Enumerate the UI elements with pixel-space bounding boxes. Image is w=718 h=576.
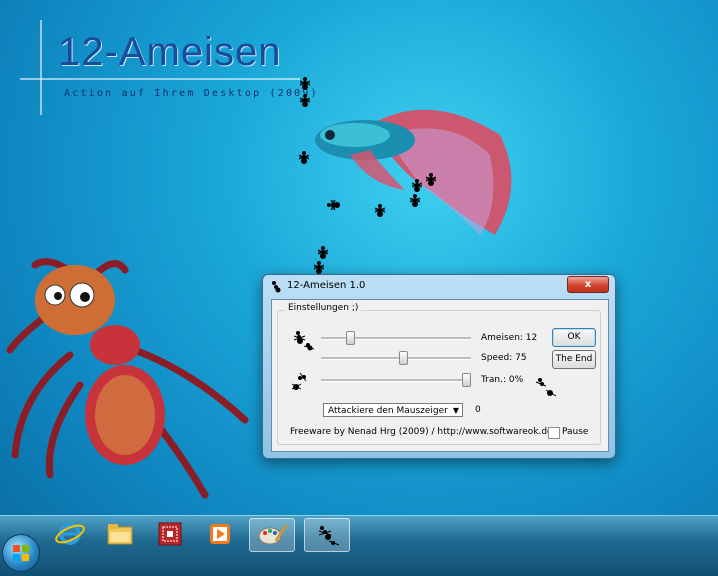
ants-decoration-icon	[293, 331, 315, 351]
banner-line-vertical	[40, 20, 42, 115]
ant-mascot-image	[6, 258, 249, 499]
ok-button[interactable]: OK	[552, 328, 596, 347]
ant-icon	[327, 199, 340, 211]
footer-credits: Freeware by Nenad Hrg (2009) / http://ww…	[290, 427, 556, 437]
dialog-titlebar[interactable]: 12-Ameisen 1.0 x	[263, 275, 615, 297]
ant-icon	[299, 94, 311, 107]
settings-group-label: Einstellungen ;)	[285, 303, 362, 313]
ants-decoration-icon	[291, 372, 307, 390]
taskbar-app[interactable]	[148, 518, 192, 550]
windows-logo-icon	[13, 545, 29, 561]
file-explorer-icon	[107, 524, 133, 545]
transparency-slider[interactable]	[321, 373, 471, 387]
desktop-banner: 12-Ameisen Action auf Ihrem Desktop (200…	[0, 0, 330, 115]
mode-select[interactable]: Attackiere den Mauszeiger ▼	[323, 403, 463, 417]
pause-label: Pause	[562, 427, 589, 437]
settings-group: Einstellungen ;) Ameisen: 12 Speed: 75 T…	[277, 303, 601, 445]
ants-count-slider[interactable]	[321, 331, 471, 345]
close-button[interactable]: x	[567, 276, 609, 293]
ants-icon	[318, 526, 340, 546]
internet-explorer-icon	[55, 523, 85, 545]
media-player-icon	[210, 524, 230, 544]
dropdown-arrow-icon: ▼	[452, 406, 459, 415]
ant-icon	[298, 151, 310, 164]
ant-icon	[313, 261, 325, 274]
ants-decoration-icon	[535, 378, 557, 397]
start-button[interactable]	[2, 534, 40, 572]
banner-title: 12-Ameisen	[58, 30, 282, 74]
betta-fish-image	[315, 109, 512, 235]
paint-icon	[258, 524, 288, 545]
taskbar-ants[interactable]	[304, 518, 350, 552]
slider-thumb[interactable]	[462, 373, 471, 387]
ant-icon	[425, 173, 437, 186]
ameisen-dialog: 12-Ameisen 1.0 x Einstellungen ;) Ameise…	[262, 274, 616, 459]
ant-icon	[374, 204, 386, 217]
taskbar-file-explorer[interactable]	[98, 518, 142, 550]
slider-thumb[interactable]	[346, 331, 356, 345]
ants-app-icon	[272, 281, 281, 293]
ant-icon	[317, 246, 329, 259]
taskbar-media-player[interactable]	[198, 518, 242, 550]
app-icon	[158, 522, 182, 546]
dialog-client: Einstellungen ;) Ameisen: 12 Speed: 75 T…	[271, 299, 609, 452]
pause-checkbox[interactable]	[548, 427, 560, 439]
ants-count-label: Ameisen: 12	[481, 333, 538, 343]
ant-icon	[299, 77, 311, 90]
banner-line-horizontal	[20, 78, 300, 80]
dialog-title: 12-Ameisen 1.0	[287, 280, 366, 291]
ant-icon	[409, 194, 421, 207]
mode-select-value: Attackiere den Mauszeiger	[328, 406, 448, 416]
mode-value: 0	[475, 405, 481, 415]
transparency-label: Tran.: 0%	[481, 375, 524, 385]
speed-label: Speed: 75	[481, 353, 527, 363]
the-end-button[interactable]: The End	[552, 350, 596, 369]
taskbar	[0, 515, 718, 576]
ant-icon	[411, 179, 423, 192]
speed-slider[interactable]	[321, 351, 471, 365]
taskbar-internet-explorer[interactable]	[48, 518, 92, 550]
taskbar-paint[interactable]	[249, 518, 295, 552]
slider-thumb[interactable]	[398, 351, 408, 365]
banner-subtitle: Action auf Ihrem Desktop (2009)	[64, 88, 319, 99]
